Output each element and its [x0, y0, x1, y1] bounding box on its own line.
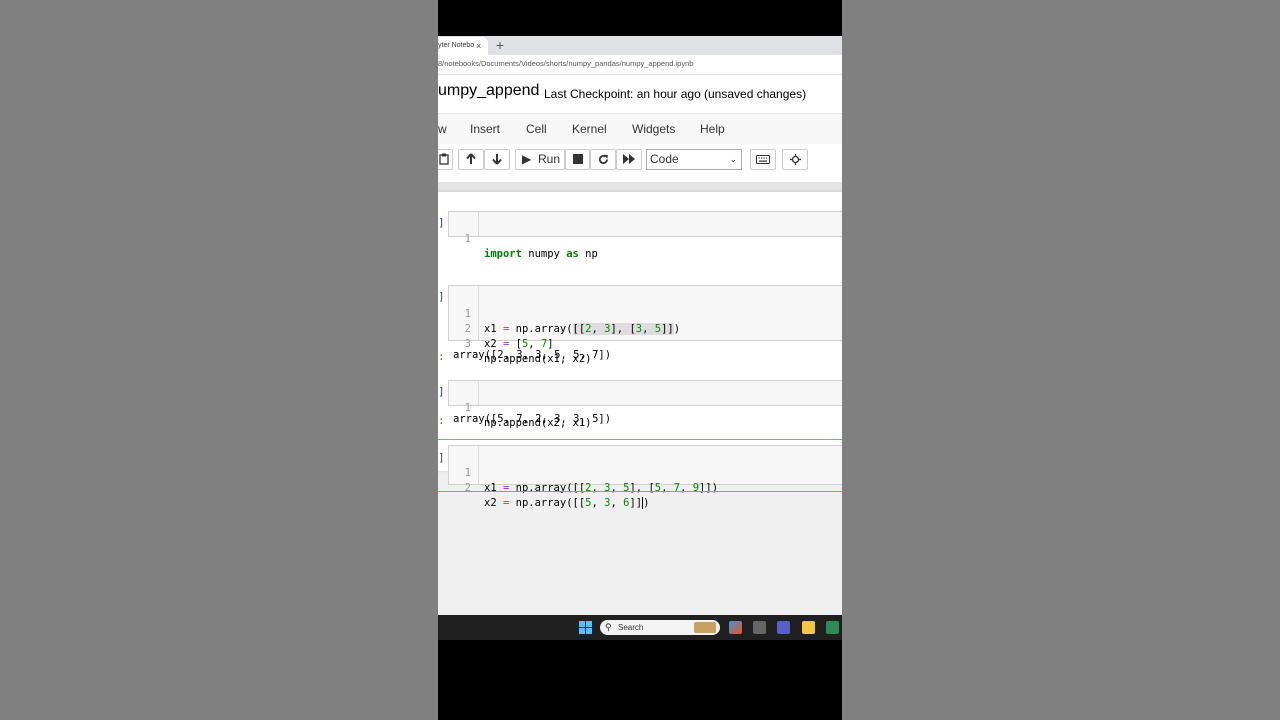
text-cursor — [642, 497, 644, 509]
run-icon: ▶ — [522, 152, 532, 166]
tab-close-icon[interactable]: × — [476, 37, 481, 55]
output-area: : array([5, 7, 2, 3, 3, 5]) — [438, 413, 842, 429]
run-label: Run — [538, 152, 561, 166]
line-number: 2 — [464, 482, 471, 494]
copilot-icon[interactable] — [729, 621, 742, 634]
notebook-container: ] 1 import numpy as np ] 1 x1 = np.array — [438, 192, 842, 632]
move-up-icon — [466, 153, 476, 164]
input-prompt: ] — [438, 290, 445, 303]
code-line: 2 x2 = [5, 7] — [449, 307, 842, 350]
code-cell[interactable]: ] 1 np.append(x2, x1) — [438, 380, 842, 429]
unsaved-status: (unsaved changes) — [704, 87, 807, 101]
code-line: 3 np.append(x1, x2) — [449, 322, 842, 365]
command-palette-button[interactable] — [750, 149, 776, 170]
taskbar-search[interactable]: ⚲ Search — [600, 620, 720, 635]
interrupt-button[interactable] — [565, 149, 590, 170]
file-explorer-icon[interactable] — [802, 621, 815, 634]
code-line: 2 x2 = np.array([[5, 3, 6]]) — [449, 466, 842, 509]
code-editor[interactable]: 1 import numpy as np — [448, 211, 842, 260]
move-down-icon — [492, 154, 502, 165]
menu-bar: w Insert Cell Kernel Widgets Help — [438, 113, 842, 146]
menu-kernel[interactable]: Kernel — [572, 122, 607, 136]
notebook-gutter — [438, 182, 842, 192]
checkpoint-status: Last Checkpoint: an hour ago — [544, 87, 701, 101]
output-prompt: : — [438, 350, 445, 363]
menu-cell[interactable]: Cell — [526, 122, 547, 136]
input-prompt: ] — [438, 385, 445, 398]
crosshair-button[interactable] — [782, 149, 808, 170]
browser-tab[interactable]: yter Notebo × — [438, 37, 488, 55]
output-prompt: : — [438, 414, 445, 427]
paste-button[interactable] — [438, 149, 453, 170]
code-editor[interactable]: 1 np.append(x2, x1) — [448, 380, 842, 429]
active-cell-bottom-border — [438, 491, 842, 492]
windows-start-icon[interactable] — [579, 621, 592, 634]
teams-icon[interactable] — [777, 621, 790, 634]
fast-forward-icon — [623, 154, 635, 164]
address-bar[interactable]: 8/notebooks/Documents/Videos/shorts/nump… — [438, 55, 842, 75]
new-tab-button[interactable]: + — [492, 36, 508, 55]
search-placeholder: Search — [618, 623, 644, 632]
stop-icon — [572, 154, 583, 164]
search-icon: ⚲ — [605, 622, 612, 632]
crosshair-icon — [789, 154, 801, 165]
code-line: 1 x1 = np.array([[2, 3], [3, 5]]) — [449, 292, 842, 335]
code-cell[interactable]: ] 1 import numpy as np — [438, 211, 842, 260]
input-prompt: ] — [438, 216, 445, 229]
code-editor[interactable]: 1 x1 = np.array([[2, 3], [3, 5]]) 2 x2 =… — [448, 285, 842, 365]
run-all-button[interactable] — [616, 149, 642, 170]
code-line: 1 np.append(x2, x1) — [449, 386, 842, 429]
paste-icon — [438, 153, 449, 165]
code-cell-active[interactable]: ] 1 x1 = np.array([[2, 3, 5], [5, 7, 9]]… — [438, 445, 842, 509]
run-button[interactable]: ▶ Run — [515, 149, 565, 170]
notebook-toolbar: ▶ Run Code ⌄ — [438, 144, 842, 182]
output-text: array([5, 7, 2, 3, 3, 5]) — [453, 413, 612, 425]
chevron-down-icon: ⌄ — [729, 154, 737, 164]
menu-help[interactable]: Help — [700, 122, 725, 136]
code-line: 1 x1 = np.array([[2, 3, 5], [5, 7, 9]]) — [449, 451, 842, 494]
restart-icon — [598, 154, 608, 164]
menu-view[interactable]: w — [438, 122, 447, 136]
output-text: array([2, 3, 3, 5, 5, 7]) — [453, 349, 612, 361]
active-cell-top-border — [438, 439, 842, 440]
tab-strip: yter Notebo × + — [438, 36, 842, 55]
restart-button[interactable] — [590, 149, 616, 170]
code-line: 1 import numpy as np — [449, 217, 842, 260]
video-frame: yter Notebo × + 8/notebooks/Documents/Vi… — [438, 0, 842, 720]
browser-window: yter Notebo × + 8/notebooks/Documents/Vi… — [438, 36, 842, 640]
move-up-button[interactable] — [458, 149, 484, 170]
task-view-icon[interactable] — [753, 621, 766, 634]
output-area: : array([2, 3, 3, 5, 5, 7]) — [438, 349, 842, 365]
code-text: import numpy as np — [484, 248, 598, 260]
move-down-button[interactable] — [484, 149, 510, 170]
code-editor[interactable]: 1 x1 = np.array([[2, 3, 5], [5, 7, 9]]) … — [448, 445, 842, 509]
store-icon[interactable] — [826, 621, 839, 634]
keyboard-icon — [756, 155, 770, 164]
notebook-name[interactable]: umpy_append — [438, 82, 539, 100]
url-text: 8/notebooks/Documents/Videos/shorts/nump… — [438, 59, 694, 68]
tab-title: yter Notebo — [438, 42, 474, 49]
windows-taskbar: ⚲ Search — [438, 615, 842, 640]
cell-type-value: Code — [650, 152, 679, 166]
notebook-header: umpy_append Last Checkpoint: an hour ago… — [438, 75, 842, 113]
search-highlight-icon — [694, 622, 716, 633]
cell-type-select[interactable]: Code ⌄ — [646, 149, 742, 170]
input-prompt: ] — [438, 451, 445, 464]
code-text: x2 = np.array([[5, 3, 6]]) — [484, 497, 650, 509]
code-cell[interactable]: ] 1 x1 = np.array([[2, 3], [3, 5]]) 2 x2… — [438, 285, 842, 365]
line-number: 1 — [464, 233, 471, 245]
menu-insert[interactable]: Insert — [470, 122, 500, 136]
menu-widgets[interactable]: Widgets — [632, 122, 675, 136]
